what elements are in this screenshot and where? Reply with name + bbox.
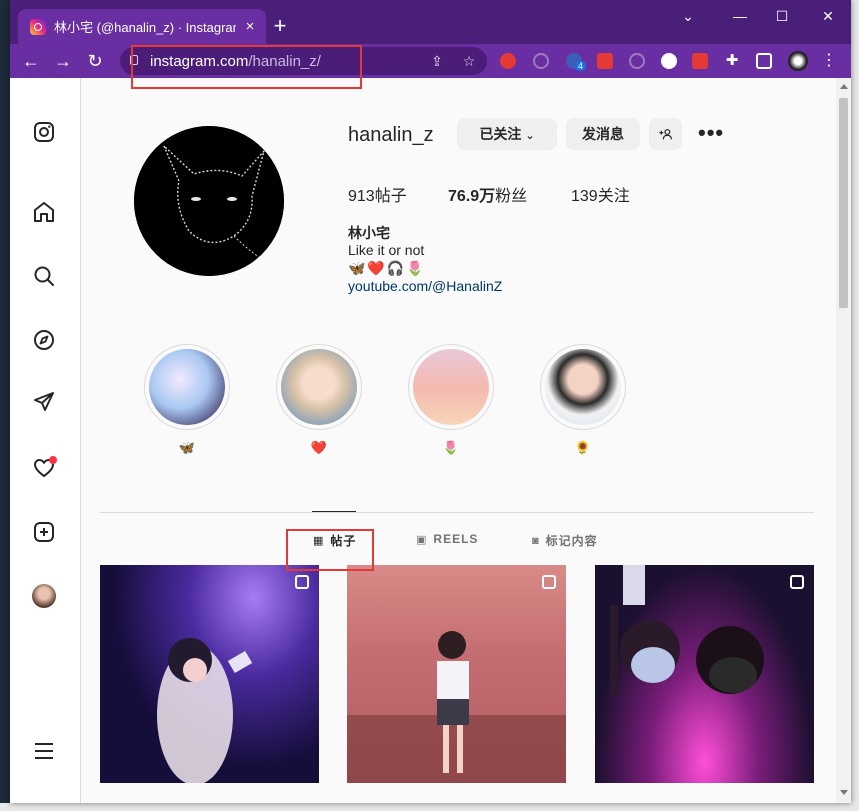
close-window-button[interactable]: ✕ xyxy=(814,4,842,28)
list-extension-icon[interactable] xyxy=(629,53,645,69)
page-scrollbar[interactable] xyxy=(836,78,851,803)
highlight-label: ❤️ xyxy=(310,440,328,455)
tabs-divider xyxy=(100,512,814,513)
posts-label: 帖子 xyxy=(374,188,407,205)
following-dropdown-button[interactable]: 已关注 ⌄ xyxy=(457,118,557,150)
notification-dot xyxy=(49,456,57,464)
tab-tagged-label: 标记内容 xyxy=(545,534,598,548)
tab-strip: 林小宅 (@hanalin_z) · Instagram × + ⌄ — ☐ ✕ xyxy=(10,0,851,44)
bookmark-star-icon[interactable]: ☆ xyxy=(460,53,478,70)
followers-stat[interactable]: 76.9万粉丝 xyxy=(448,182,527,206)
new-tab-button[interactable]: + xyxy=(268,14,292,38)
screen: 林小宅 (@hanalin_z) · Instagram × + ⌄ — ☐ ✕… xyxy=(0,0,859,811)
scroll-up-arrow[interactable] xyxy=(840,84,848,89)
tagged-user-icon: ◙ xyxy=(532,534,540,547)
highlight-ring xyxy=(144,344,230,430)
scroll-down-arrow[interactable] xyxy=(840,790,848,795)
background-window-edge-bottom xyxy=(0,803,859,811)
tab-search-icon[interactable]: ⌄ xyxy=(674,4,702,28)
tab-reels-label: REELS xyxy=(433,532,479,546)
carousel-icon xyxy=(295,575,309,589)
highlight-cover xyxy=(545,349,621,425)
kebab-menu-icon[interactable]: ⋮ xyxy=(818,50,840,72)
highlight-item[interactable]: ❤️ xyxy=(276,344,362,456)
active-tab-indicator xyxy=(312,511,356,512)
following-label: 已关注 xyxy=(479,126,522,142)
scrollbar-thumb[interactable] xyxy=(839,98,848,308)
forward-button[interactable]: → xyxy=(52,50,74,72)
message-button[interactable]: 发消息 xyxy=(566,118,640,150)
followers-label: 粉丝 xyxy=(495,188,528,205)
history-extension-icon[interactable] xyxy=(533,53,549,69)
posts-count: 913 xyxy=(348,188,375,205)
messages-paper-plane-icon[interactable] xyxy=(32,390,56,414)
reload-button[interactable]: ↻ xyxy=(84,50,106,72)
sync-extension-icon[interactable] xyxy=(661,53,677,69)
profile-external-link[interactable]: youtube.com/@HanalinZ xyxy=(348,278,502,294)
extensions-puzzle-icon[interactable]: ✚ xyxy=(724,53,740,69)
menu-hamburger-icon[interactable] xyxy=(32,739,56,763)
notes-extension-icon[interactable] xyxy=(597,53,613,69)
profile-emojis: 🦋❤️🎧🌷 xyxy=(348,260,426,276)
home-icon[interactable] xyxy=(32,200,56,224)
video-extension-icon[interactable] xyxy=(692,53,708,69)
highlight-cover xyxy=(281,349,357,425)
following-count: 139 xyxy=(571,188,598,205)
share-icon[interactable]: ⇪ xyxy=(428,53,446,70)
minimize-button[interactable]: — xyxy=(726,4,754,28)
posts-stat[interactable]: 913帖子 xyxy=(348,182,407,206)
profile-avatar-icon[interactable] xyxy=(788,51,808,71)
highlight-label: 🌻 xyxy=(574,440,592,455)
instagram-favicon-icon xyxy=(30,18,46,35)
more-options-icon[interactable]: ••• xyxy=(698,120,724,146)
instagram-page: hanalin_z 已关注 ⌄ 发消息 ••• 913帖子 76.9万粉丝 13… xyxy=(10,78,851,803)
browser-window: 林小宅 (@hanalin_z) · Instagram × + ⌄ — ☐ ✕… xyxy=(10,0,851,803)
highlight-ring xyxy=(276,344,362,430)
explore-compass-icon[interactable] xyxy=(32,328,56,352)
profile-full-name: 林小宅 xyxy=(348,225,390,241)
highlight-ring xyxy=(408,344,494,430)
highlight-item[interactable]: 🌷 xyxy=(408,344,494,456)
highlight-label: 🦋 xyxy=(178,440,196,455)
reel-icon xyxy=(542,575,556,589)
reels-icon: ▣ xyxy=(416,533,428,546)
highlight-cover xyxy=(149,349,225,425)
profile-bio: Like it or not xyxy=(348,242,425,258)
browser-tab[interactable]: 林小宅 (@hanalin_z) · Instagram × xyxy=(18,9,266,44)
tab-close-icon[interactable]: × xyxy=(242,18,258,35)
back-button[interactable]: ← xyxy=(20,50,42,72)
annotation-box-url xyxy=(131,45,362,89)
maximize-button[interactable]: ☐ xyxy=(768,4,796,28)
annotation-box-posts-tab xyxy=(286,529,374,571)
following-stat[interactable]: 139关注 xyxy=(571,182,630,206)
highlight-item[interactable]: 🌻 xyxy=(540,344,626,456)
profile-username: hanalin_z xyxy=(348,124,434,146)
post-thumbnail[interactable] xyxy=(347,565,566,783)
side-panel-icon[interactable] xyxy=(756,53,772,69)
background-window-edge xyxy=(851,0,859,811)
stop-extension-icon[interactable] xyxy=(500,53,516,69)
chevron-down-icon: ⌄ xyxy=(525,130,535,142)
highlight-ring xyxy=(540,344,626,430)
tab-title: 林小宅 (@hanalin_z) · Instagram xyxy=(54,20,236,35)
post-thumbnail[interactable] xyxy=(595,565,814,783)
create-plus-icon[interactable] xyxy=(32,520,56,544)
carousel-icon xyxy=(790,575,804,589)
profile-avatar[interactable] xyxy=(32,584,56,608)
instagram-sidebar xyxy=(10,78,81,803)
profile-picture[interactable] xyxy=(134,126,284,276)
search-icon[interactable] xyxy=(32,264,56,288)
suggest-user-icon[interactable] xyxy=(649,118,682,150)
highlight-label: 🌷 xyxy=(442,440,460,455)
tab-reels[interactable]: ▣ REELS xyxy=(416,532,478,546)
extension-badge: 4 xyxy=(575,61,587,71)
highlight-cover xyxy=(413,349,489,425)
followers-count: 76.9万 xyxy=(448,188,496,205)
post-thumbnail[interactable] xyxy=(100,565,319,783)
following-label-stat: 关注 xyxy=(597,188,630,205)
highlight-item[interactable]: 🦋 xyxy=(144,344,230,456)
instagram-logo-icon[interactable] xyxy=(32,120,56,144)
tab-tagged[interactable]: ◙ 标记内容 xyxy=(532,532,598,549)
